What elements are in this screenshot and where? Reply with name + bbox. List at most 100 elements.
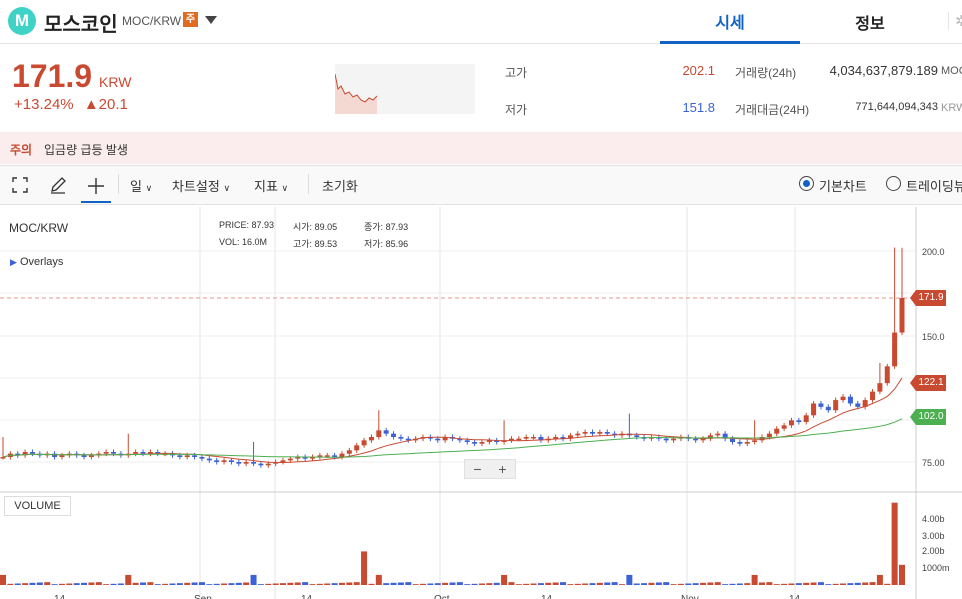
volume-bar bbox=[324, 583, 331, 585]
ohlc-price: PRICE: 87.93 bbox=[219, 220, 274, 230]
volume-bar bbox=[641, 583, 648, 585]
candle-body bbox=[818, 403, 824, 407]
volume-bar bbox=[670, 584, 677, 585]
volume-bar bbox=[478, 583, 485, 585]
volume-bar bbox=[7, 583, 14, 585]
volume-bar bbox=[744, 583, 751, 585]
volume-bar bbox=[427, 583, 434, 585]
volume-tick-label: 2.00b bbox=[922, 546, 945, 556]
volume-bar bbox=[773, 584, 780, 585]
candle-body bbox=[435, 438, 441, 441]
caution-badge: 주 bbox=[183, 12, 198, 27]
candlestick-chart[interactable]: 200.0150.0125.075.004.00b3.00b2.00b1000m… bbox=[0, 206, 962, 599]
amount-label: 거래대금(24H) bbox=[735, 103, 810, 117]
volume-bar bbox=[338, 582, 345, 585]
volume-bar bbox=[36, 582, 43, 585]
volume-bar bbox=[589, 583, 596, 585]
candle-body bbox=[523, 437, 529, 439]
candle-body bbox=[472, 442, 478, 444]
crosshair-icon[interactable] bbox=[81, 170, 111, 203]
volume-bar bbox=[353, 582, 360, 585]
x-tick-label: Nov bbox=[681, 594, 699, 599]
coin-dropdown-icon[interactable] bbox=[205, 16, 217, 24]
candle-body bbox=[280, 460, 286, 462]
volume-bar bbox=[891, 502, 898, 585]
chart-settings-select[interactable]: 차트설정 ∨ bbox=[172, 176, 230, 195]
candle-body bbox=[788, 420, 794, 426]
tab-price[interactable]: 시세 bbox=[660, 0, 800, 44]
volume-bar bbox=[235, 582, 242, 585]
open-value: 89.05 bbox=[314, 222, 338, 232]
overlays-toggle[interactable]: ▶ Overlays bbox=[10, 256, 63, 268]
chart-settings-label: 차트설정 bbox=[172, 179, 220, 194]
candle-body bbox=[398, 437, 404, 439]
candle-body bbox=[29, 452, 35, 454]
volume-bar bbox=[677, 583, 684, 585]
volume-bar bbox=[685, 583, 692, 585]
x-tick-label: Sep bbox=[194, 594, 212, 599]
volume-bar bbox=[302, 582, 309, 585]
overlays-label: Overlays bbox=[19, 256, 64, 268]
volume-bar bbox=[294, 582, 301, 585]
reset-button[interactable]: 초기화 bbox=[322, 176, 358, 195]
x-tick-label: 14 bbox=[54, 594, 66, 599]
volume-bar bbox=[420, 583, 427, 585]
volume-bar bbox=[51, 584, 58, 585]
indicators-select[interactable]: 지표 ∨ bbox=[254, 176, 288, 195]
volume-bar bbox=[66, 583, 73, 585]
volume-bar bbox=[22, 583, 29, 585]
open-label: 시가: bbox=[293, 222, 313, 232]
volume-bar bbox=[736, 583, 743, 585]
amount-unit: KRW bbox=[941, 102, 962, 114]
trading-view-label[interactable]: 트레이딩뷰 bbox=[906, 176, 962, 195]
volume-bar bbox=[884, 583, 891, 585]
volume-panel-label: VOLUME bbox=[4, 496, 71, 516]
price-change: +13.24% ▲20.1 bbox=[14, 96, 128, 113]
volume-tick-label: 4.00b bbox=[922, 514, 945, 524]
candle-body bbox=[582, 432, 588, 434]
basic-chart-label[interactable]: 기본차트 bbox=[819, 176, 867, 195]
candle-body bbox=[0, 457, 6, 459]
tab-info[interactable]: 정보 bbox=[800, 0, 940, 44]
fullscreen-icon[interactable] bbox=[5, 170, 35, 200]
candle-body bbox=[781, 425, 787, 429]
play-triangle-icon: ▶ bbox=[10, 257, 17, 267]
candle-body bbox=[796, 420, 802, 422]
candle-body bbox=[265, 463, 271, 466]
candle-body bbox=[855, 403, 861, 407]
candle-body bbox=[361, 440, 367, 446]
candle-body bbox=[752, 440, 758, 442]
zoom-out-button[interactable]: − bbox=[465, 460, 490, 478]
toolbar-divider bbox=[118, 174, 119, 194]
volume-bar bbox=[810, 582, 817, 585]
period-select[interactable]: 일 ∨ bbox=[130, 176, 152, 195]
volume-value: 4,034,637,879.189 bbox=[829, 63, 938, 78]
volume-bar bbox=[213, 583, 220, 585]
volume-bar bbox=[795, 583, 802, 585]
candle-body bbox=[479, 442, 485, 444]
volume-bar bbox=[375, 574, 382, 585]
chart-pair: MOC/KRW bbox=[9, 221, 69, 235]
volume-bar bbox=[434, 583, 441, 585]
period-label: 일 bbox=[130, 179, 142, 194]
price-tick-label: 150.0 bbox=[922, 332, 945, 342]
trading-view-radio[interactable] bbox=[886, 176, 901, 191]
price-tick-label: 75.00 bbox=[922, 458, 945, 468]
volume-bar bbox=[368, 583, 375, 585]
volume-bar bbox=[854, 582, 861, 585]
low-value: 151.8 bbox=[682, 100, 715, 115]
candle-body bbox=[354, 445, 360, 451]
volume-unit: MOC bbox=[941, 65, 962, 77]
candle-body bbox=[140, 452, 146, 454]
zoom-in-button[interactable]: + bbox=[490, 460, 515, 478]
candle-body bbox=[59, 455, 65, 457]
settings-icon[interactable]: ✲ bbox=[948, 12, 962, 30]
candle-body bbox=[766, 433, 772, 437]
volume-bar bbox=[700, 582, 707, 585]
candle-body bbox=[825, 406, 831, 411]
basic-chart-radio[interactable] bbox=[799, 176, 814, 191]
draw-pencil-icon[interactable] bbox=[43, 170, 73, 200]
volume-bar bbox=[714, 582, 721, 585]
volume-bar bbox=[272, 583, 279, 585]
volume-bar bbox=[560, 582, 567, 585]
